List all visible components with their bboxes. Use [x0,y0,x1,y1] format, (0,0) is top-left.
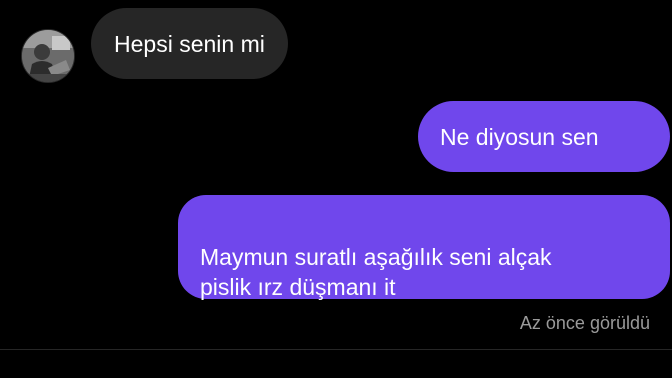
incoming-message-bubble[interactable]: Hepsi senin mi [91,8,288,79]
read-receipt: Az önce görüldü [519,313,650,333]
profile-photo-icon [22,30,74,82]
sender-avatar[interactable] [21,29,75,83]
outgoing-message-text: Maymun suratlı aşağılık seni alçak pisli… [200,244,552,300]
outgoing-message-text: Ne diyosun sen [440,123,599,150]
composer-divider [0,349,672,350]
incoming-message-text: Hepsi senin mi [114,30,265,57]
chat-thread: Hepsi senin mi Ne diyosun sen Maymun sur… [0,0,672,378]
outgoing-message-bubble[interactable]: Ne diyosun sen [418,101,670,172]
outgoing-message-bubble[interactable]: Maymun suratlı aşağılık seni alçak pisli… [178,195,670,300]
